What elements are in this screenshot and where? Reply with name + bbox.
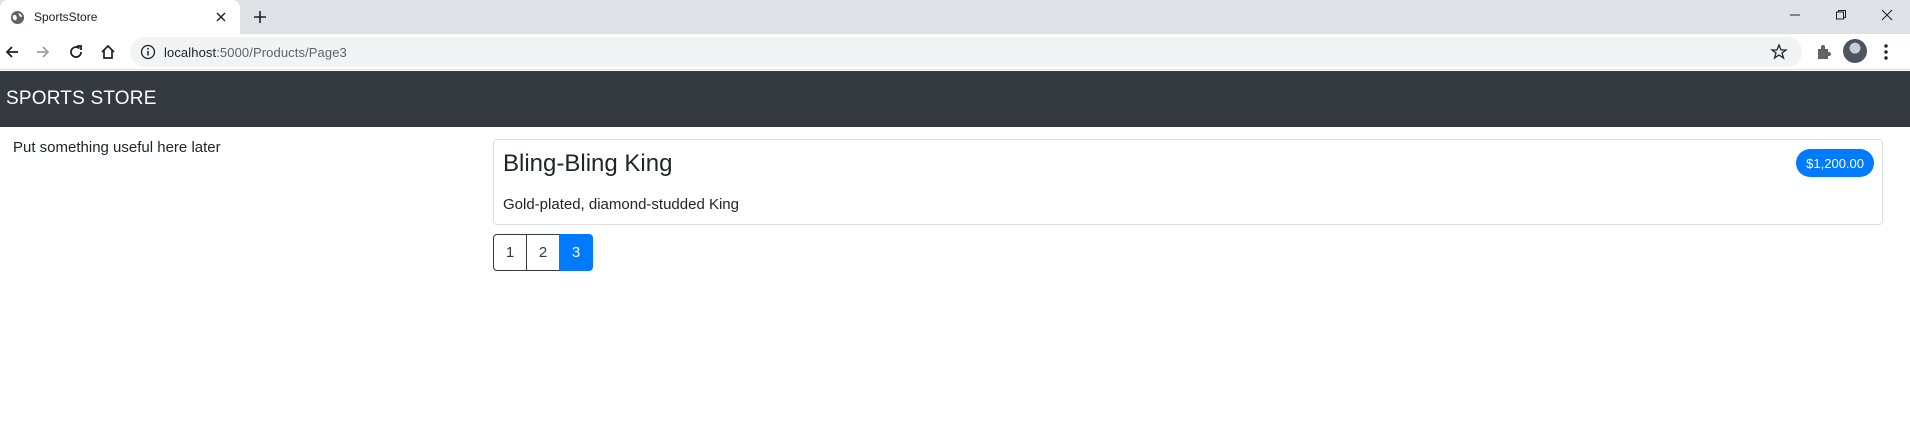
pagination: 1 2 3	[493, 234, 593, 271]
brand-title[interactable]: SPORTS STORE	[6, 88, 157, 110]
browser-tab-strip: SportsStore	[0, 0, 1910, 34]
globe-icon	[10, 10, 25, 25]
url-host: localhost	[164, 45, 217, 60]
back-icon[interactable]	[2, 42, 22, 62]
page-button-3[interactable]: 3	[559, 234, 593, 271]
product-description: Gold-plated, diamond-studded King	[503, 196, 739, 213]
address-bar[interactable]: localhost:5000/Products/Page3	[130, 37, 1802, 67]
close-window-icon[interactable]	[1864, 0, 1910, 30]
browser-tab[interactable]: SportsStore	[0, 0, 240, 34]
info-icon[interactable]	[140, 44, 156, 60]
extensions-icon[interactable]	[1814, 42, 1834, 62]
page-button-1[interactable]: 1	[493, 234, 527, 271]
sidebar-placeholder-text: Put something useful here later	[13, 139, 221, 156]
site-navbar: SPORTS STORE	[0, 71, 1910, 127]
url-text: localhost:5000/Products/Page3	[164, 45, 347, 60]
price-badge: $1,200.00	[1796, 149, 1874, 177]
forward-icon[interactable]	[33, 42, 53, 62]
more-menu-icon[interactable]	[1880, 42, 1892, 62]
url-path: :5000/Products/Page3	[216, 45, 347, 60]
tab-title: SportsStore	[34, 10, 98, 24]
close-icon[interactable]	[213, 9, 229, 25]
avatar[interactable]	[1843, 39, 1867, 63]
star-icon[interactable]	[1770, 43, 1788, 61]
page-button-2[interactable]: 2	[526, 234, 560, 271]
home-icon[interactable]	[98, 42, 118, 62]
product-card: Bling-Bling King $1,200.00 Gold-plated, …	[493, 139, 1883, 225]
reload-icon[interactable]	[66, 42, 86, 62]
product-name: Bling-Bling King	[503, 150, 673, 177]
restore-icon[interactable]	[1818, 0, 1864, 30]
browser-toolbar: localhost:5000/Products/Page3	[0, 34, 1910, 70]
plus-icon[interactable]	[250, 7, 270, 27]
minimize-icon[interactable]	[1772, 0, 1818, 30]
